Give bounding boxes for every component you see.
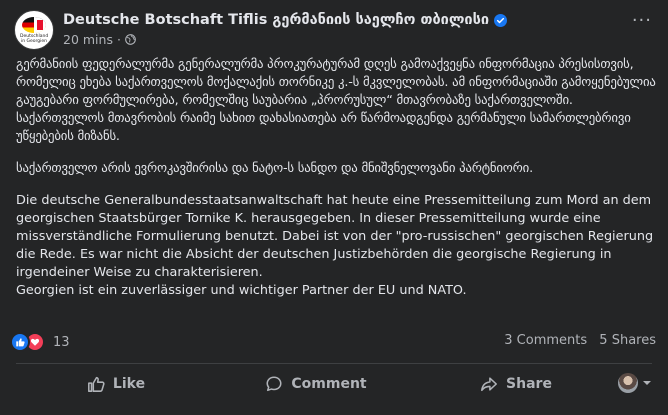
post-actions: Like Comment Share [16,366,652,402]
facebook-post: Deutschland in Georgien Deutsche Botscha… [0,0,668,415]
meta-separator: · [116,32,121,47]
actions-divider [16,363,652,364]
reaction-count: 13 [53,334,70,350]
page-name-row: Deutsche Botschaft Tiflis გერმანიის საელ… [63,10,508,30]
post-paragraph-german-2: Georgien ist ein zuverlässiger und wicht… [16,283,467,298]
share-label: Share [506,376,552,392]
comment-button[interactable]: Comment [216,370,416,398]
post-paragraph-german-1: Die deutsche Generalbundesstaatsanwaltsc… [16,193,654,280]
thumbs-up-icon [87,376,105,392]
comment-label: Comment [291,376,367,392]
reactions-bar: 13 3 Comments 5 Shares [10,332,658,352]
post-paragraph-georgian-2: საქართველო არის ევროკავშირისა და ნატო-ს … [16,161,533,176]
post-paragraph-georgian-1: გერმანიის ფედერალურმა გენერალურმა პროკურ… [16,57,656,144]
globe-icon [125,34,136,45]
header-text: Deutsche Botschaft Tiflis გერმანიის საელ… [63,10,508,50]
share-arrow-icon [481,377,498,392]
post-header: Deutschland in Georgien Deutsche Botscha… [14,10,508,50]
page-avatar[interactable]: Deutschland in Georgien [14,10,54,50]
shares-count-link[interactable]: 5 Shares [599,333,656,348]
germany-georgia-flag-logo [22,17,46,33]
comment-bubble-icon [266,376,282,392]
like-label: Like [112,376,146,392]
user-avatar [618,373,638,393]
share-button[interactable]: Share [416,370,616,398]
post-timestamp[interactable]: 20 mins [63,32,113,47]
chevron-down-icon [643,381,651,385]
reaction-identity-selector[interactable] [618,373,652,393]
post-body: გერმანიის ფედერალურმა გენერალურმა პროკურ… [16,56,656,300]
verified-badge-icon [494,13,508,27]
engagement-counts: 3 Comments 5 Shares [504,333,656,348]
comments-count-link[interactable]: 3 Comments [504,333,587,348]
avatar-caption: Deutschland in Georgien [20,34,49,44]
like-button[interactable]: Like [16,370,216,398]
post-meta: 20 mins · [63,32,507,47]
more-options-icon[interactable]: ··· [632,10,652,31]
reaction-summary[interactable]: 13 [10,332,70,352]
page-name-link[interactable]: Deutsche Botschaft Tiflis გერმანიის საელ… [63,12,489,28]
like-reaction-icon [10,332,30,352]
